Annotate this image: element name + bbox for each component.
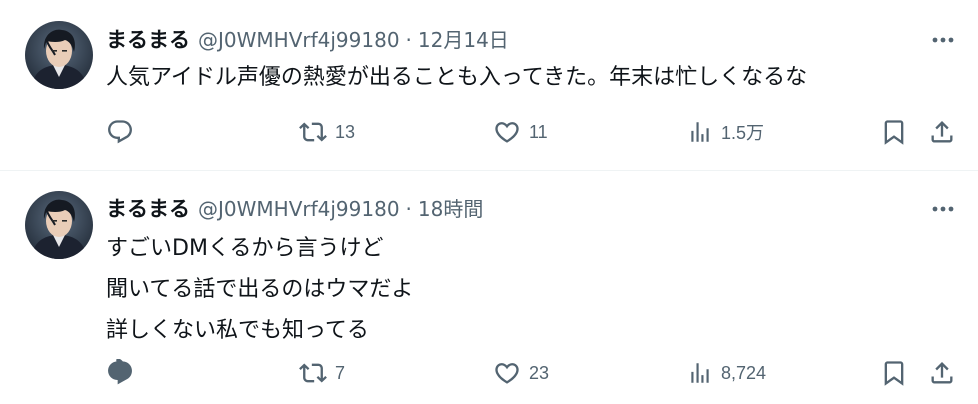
reply-bubble-icon	[106, 118, 134, 146]
share-button[interactable]	[928, 114, 956, 150]
tweet-text-line: 人気アイドル声優の熱愛が出ることも入ってきた。年末は忙しくなるな	[106, 65, 808, 90]
bookmark-button[interactable]	[880, 114, 908, 150]
tweet[interactable]: まるまる @J0WMHVrf4j99180 · 12月14日 人気アイドル声優の熱愛が…	[0, 0, 978, 171]
separator-dot: ·	[405, 28, 412, 52]
tweet-text-line: 聞いてる話で出るのはウマだよ	[106, 277, 414, 302]
timestamp[interactable]: 18時間	[418, 197, 483, 221]
like-button[interactable]: 11	[493, 114, 548, 150]
retweet-button[interactable]: 13	[299, 114, 355, 150]
user-handle[interactable]: @J0WMHVrf4j99180	[198, 197, 400, 221]
retweet-arrows-icon	[299, 359, 327, 387]
bookmark-icon	[880, 359, 908, 387]
retweet-count: 7	[335, 362, 346, 383]
bookmark-icon	[880, 118, 908, 146]
views-button[interactable]: 1.5万	[687, 114, 764, 150]
views-bar-chart-icon	[687, 360, 713, 386]
like-button[interactable]: 23	[493, 355, 549, 391]
tweet-header: まるまる @J0WMHVrf4j99180 · 18時間	[106, 193, 483, 225]
share-upload-icon	[928, 359, 956, 387]
tweet-header: まるまる @J0WMHVrf4j99180 · 12月14日	[106, 24, 509, 56]
tweet-text-line: 詳しくない私でも知ってる	[106, 318, 369, 343]
views-count: 1.5万	[721, 123, 765, 143]
reply-bubble-icon	[106, 359, 134, 387]
more-dots-icon	[932, 206, 954, 212]
tweet-text-line: すごいDMくるから言うけど	[106, 236, 384, 261]
tweet-text: すごいDMくるから言うけど 聞いてる話で出るのはウマだよ 詳しくない私でも知って…	[106, 228, 948, 351]
heart-icon	[493, 118, 521, 146]
retweet-button[interactable]: 7	[299, 355, 345, 391]
tweet[interactable]: まるまる @J0WMHVrf4j99180 · 18時間 すごいDMくるから言うけど …	[0, 171, 978, 404]
separator-dot: ·	[405, 197, 412, 221]
views-count: 8,724	[721, 362, 767, 383]
more-options-button[interactable]	[926, 196, 960, 222]
heart-icon	[493, 359, 521, 387]
tweet-actions: 7 23 8,724	[106, 355, 954, 391]
display-name[interactable]: まるまる	[106, 197, 190, 221]
share-button[interactable]	[928, 355, 956, 391]
avatar[interactable]	[25, 191, 93, 259]
like-count: 23	[529, 362, 550, 383]
bookmark-button[interactable]	[880, 355, 908, 391]
timestamp[interactable]: 12月14日	[418, 28, 509, 52]
share-upload-icon	[928, 118, 956, 146]
tweet-text: 人気アイドル声優の熱愛が出ることも入ってきた。年末は忙しくなるな	[106, 57, 948, 98]
retweet-arrows-icon	[299, 118, 327, 146]
views-button[interactable]: 8,724	[687, 355, 766, 391]
user-handle[interactable]: @J0WMHVrf4j99180	[198, 28, 400, 52]
more-options-button[interactable]	[926, 27, 960, 53]
avatar[interactable]	[25, 21, 93, 89]
retweet-count: 13	[335, 121, 356, 142]
display-name[interactable]: まるまる	[106, 28, 190, 52]
timeline-feed: まるまる @J0WMHVrf4j99180 · 12月14日 人気アイドル声優の熱愛が…	[0, 0, 978, 404]
tweet-actions: 13 11 1.5万	[106, 114, 954, 150]
views-bar-chart-icon	[687, 119, 713, 145]
reply-button[interactable]	[106, 114, 142, 150]
reply-button[interactable]	[106, 355, 142, 391]
like-count: 11	[529, 121, 548, 142]
more-dots-icon	[932, 37, 954, 43]
